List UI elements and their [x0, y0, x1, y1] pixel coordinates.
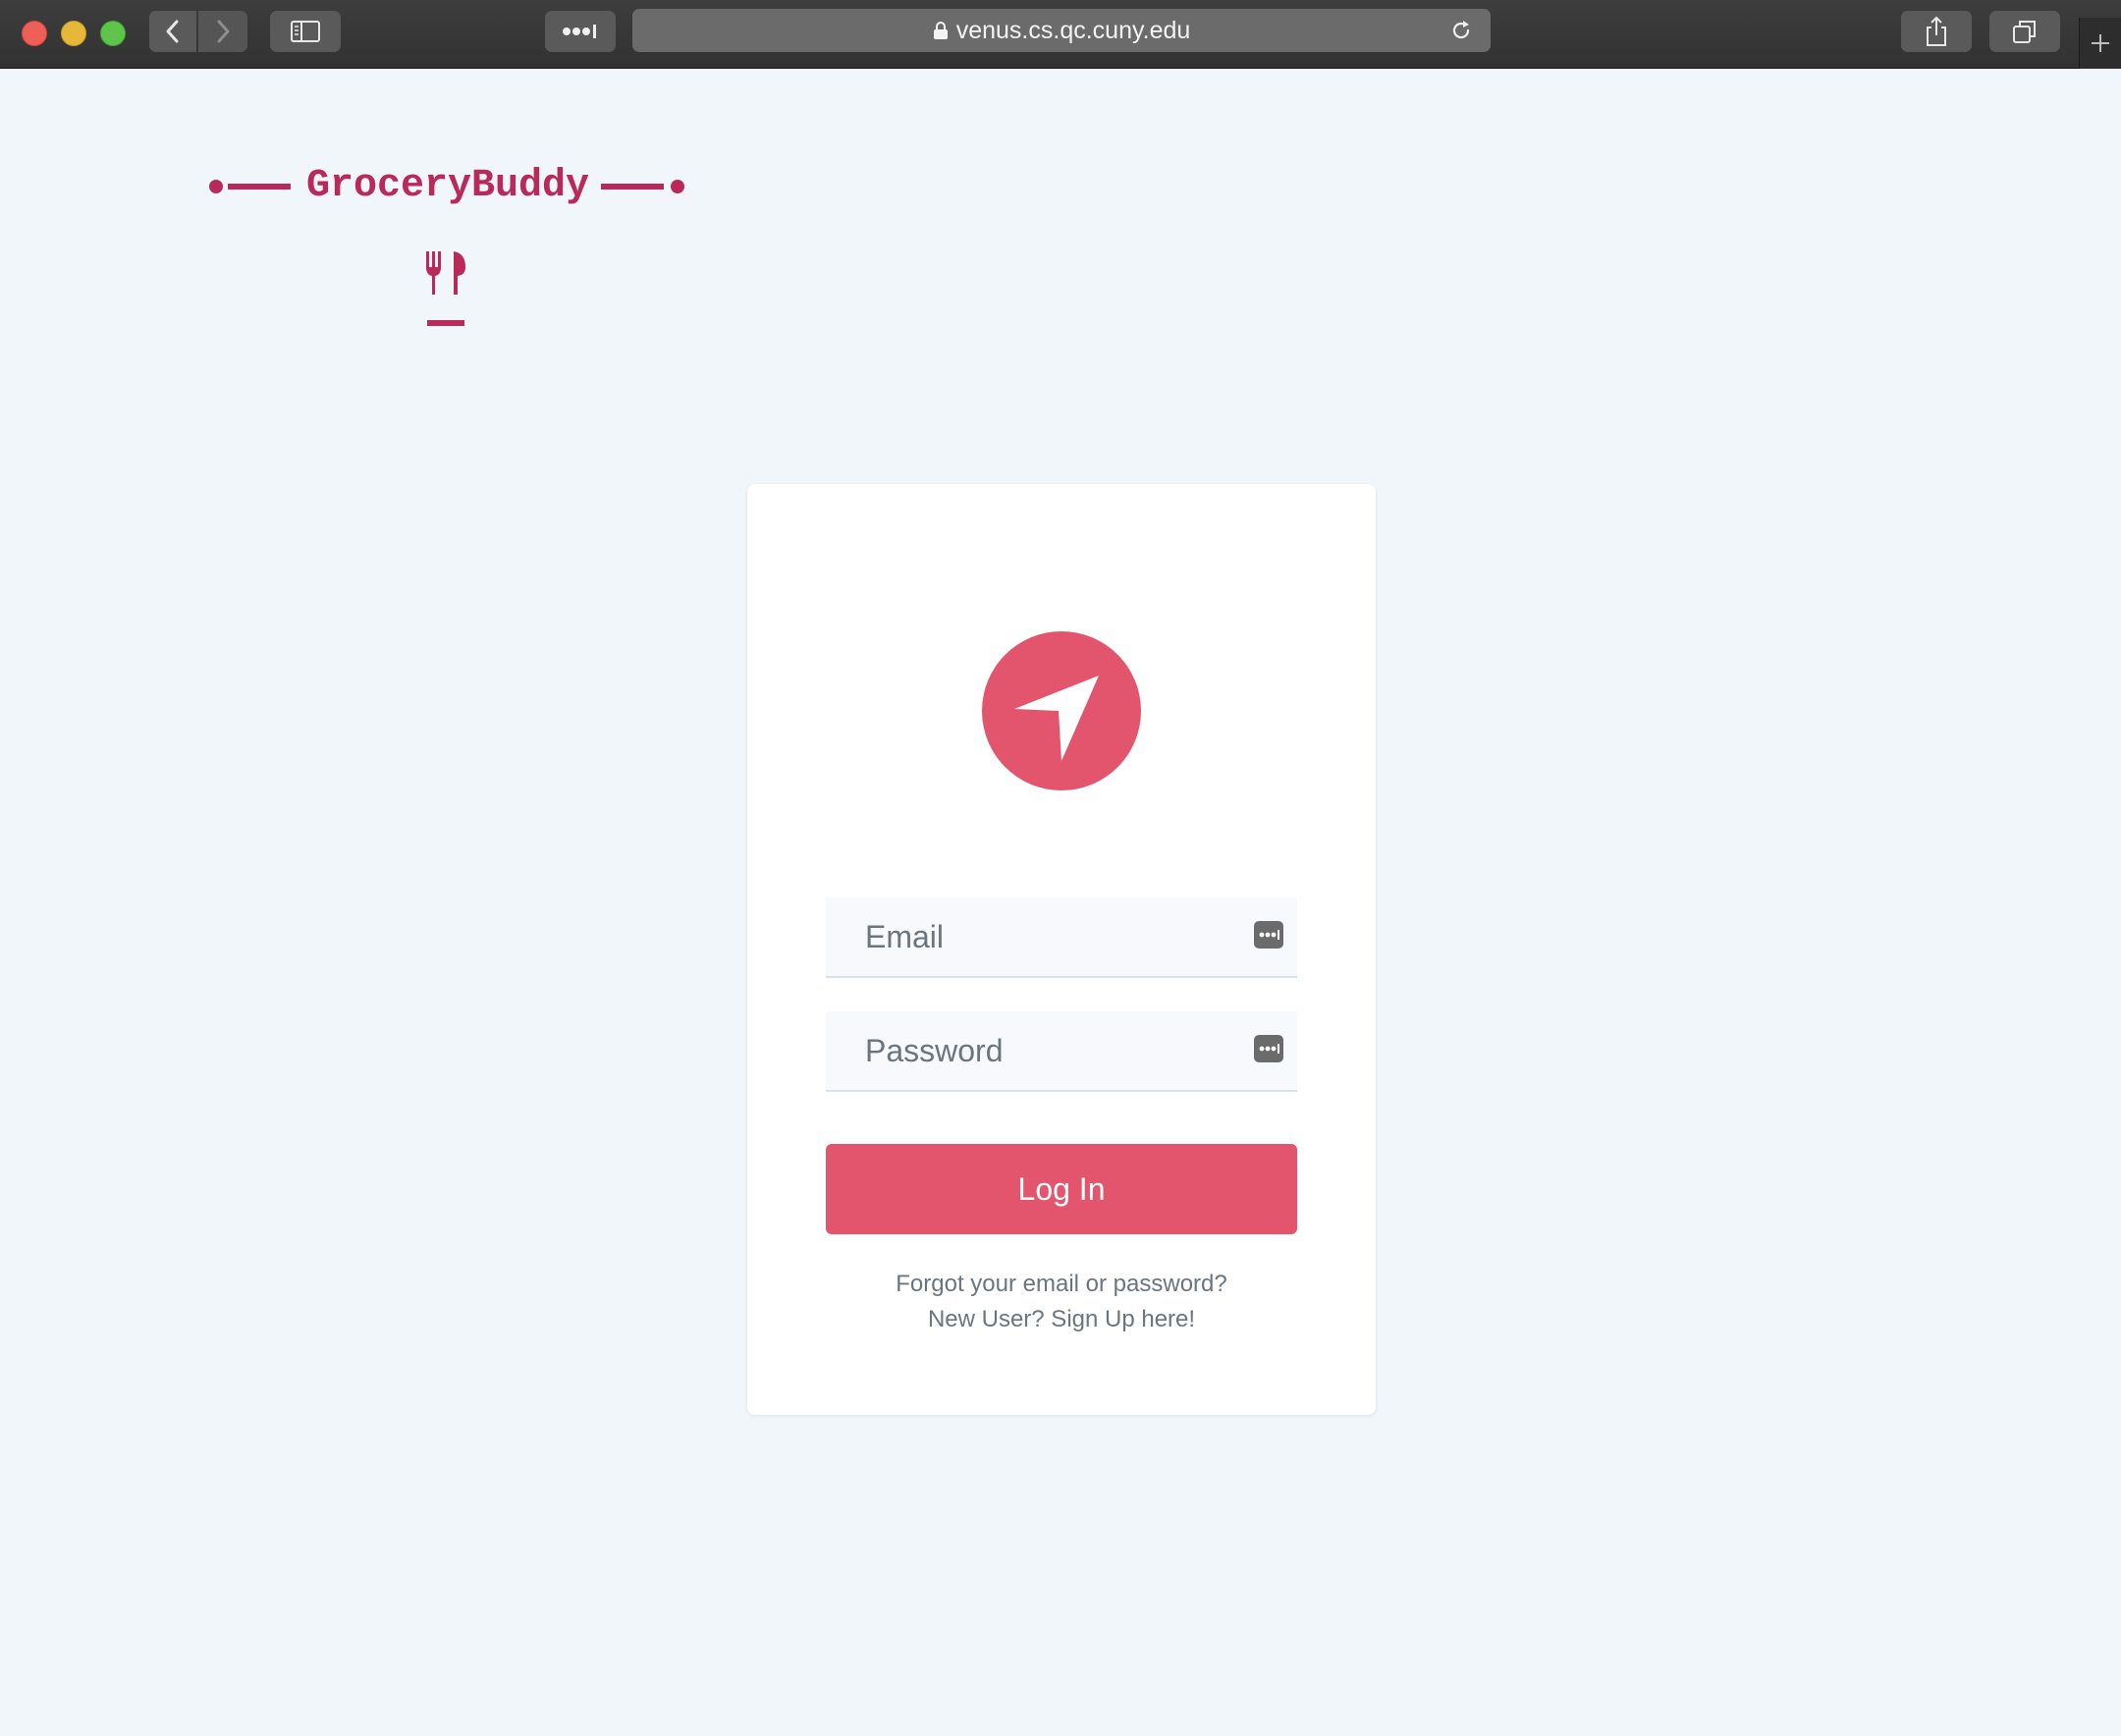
login-avatar: [982, 631, 1141, 790]
login-card: Log In Forgot your email or password? Ne…: [747, 484, 1376, 1415]
chevron-left-icon: [166, 20, 179, 43]
password-key-icon[interactable]: [1254, 921, 1283, 949]
back-button[interactable]: [149, 11, 196, 52]
minimize-window-button[interactable]: [61, 21, 86, 46]
chevron-right-icon: [217, 20, 230, 43]
fork-knife-icon: [426, 251, 465, 326]
address-bar[interactable]: venus.cs.qc.cuny.edu: [632, 9, 1491, 52]
forgot-password-link[interactable]: Forgot your email or password?: [747, 1267, 1376, 1302]
reload-icon[interactable]: [1449, 19, 1473, 42]
url-text: venus.cs.qc.cuny.edu: [955, 16, 1191, 44]
brand-dot-right: [671, 180, 684, 193]
sidebar-icon: [291, 21, 320, 42]
close-window-button[interactable]: [22, 21, 47, 46]
signup-link[interactable]: New User? Sign Up here!: [747, 1302, 1376, 1337]
browser-toolbar: venus.cs.qc.cuny.edu: [0, 0, 2121, 69]
share-icon: [1927, 16, 1946, 46]
email-input[interactable]: [826, 897, 1297, 976]
share-button[interactable]: [1901, 11, 1972, 52]
password-input[interactable]: [826, 1011, 1297, 1090]
lock-icon: [933, 22, 948, 39]
help-links: Forgot your email or password? New User?…: [747, 1267, 1376, 1337]
location-arrow-icon: [1014, 676, 1099, 761]
email-field[interactable]: [826, 897, 1297, 978]
brand-line-right: [601, 184, 664, 190]
password-key-icon[interactable]: [1254, 1035, 1283, 1062]
password-field[interactable]: [826, 1011, 1297, 1092]
new-tab-button[interactable]: [2079, 18, 2121, 69]
reader-button[interactable]: [545, 11, 616, 52]
zoom-window-button[interactable]: [100, 21, 126, 46]
forward-button[interactable]: [198, 11, 247, 52]
brand-logo[interactable]: GroceryBuddy: [204, 157, 691, 216]
sidebar-toggle-button[interactable]: [270, 11, 341, 52]
tabs-overview-icon: [2013, 21, 2036, 43]
plus-icon: [2092, 34, 2109, 52]
tabs-overview-button[interactable]: [1989, 11, 2060, 52]
login-button[interactable]: Log In: [826, 1144, 1297, 1234]
reader-dots-icon: [563, 25, 596, 38]
